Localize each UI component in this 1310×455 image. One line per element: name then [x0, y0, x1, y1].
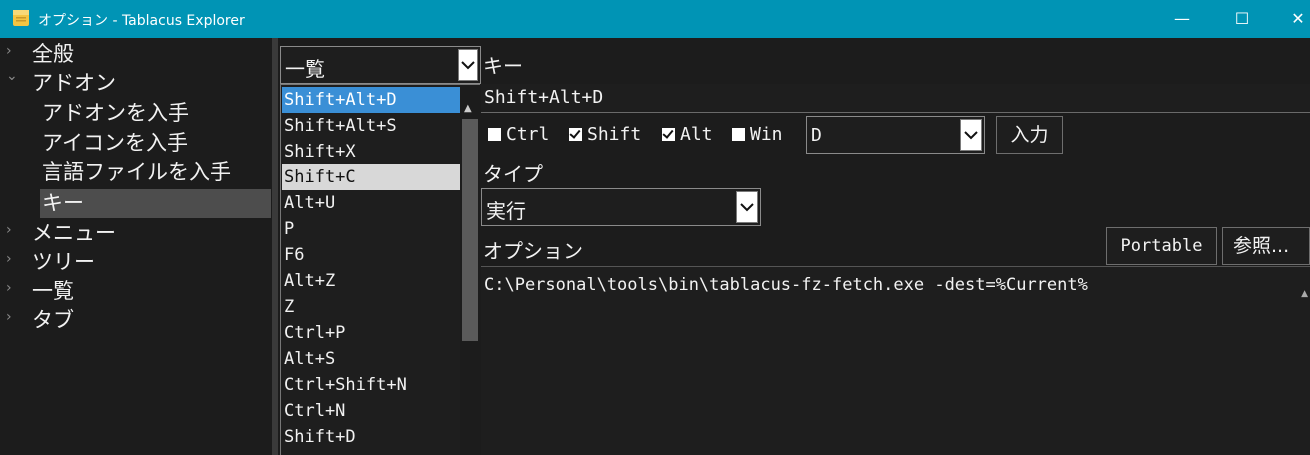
alt-checkbox[interactable]: Alt [662, 125, 713, 145]
chevron-down-icon[interactable]: ⌄ [6, 68, 18, 84]
tree-item-list[interactable]: 一覧 [32, 277, 74, 306]
tree-item-tabs[interactable]: タブ [32, 306, 74, 335]
scroll-up-icon[interactable]: ▲ [1301, 289, 1308, 299]
ctrl-label: Ctrl [506, 124, 550, 145]
option-textarea[interactable]: C:\Personal\tools\bin\tablacus-fz-fetch.… [481, 266, 1310, 455]
tree-item-get-icons[interactable]: アイコンを入手 [42, 129, 188, 158]
chevron-down-icon[interactable] [736, 191, 758, 223]
list-item[interactable]: Alt+Z [282, 268, 460, 294]
chevron-down-icon[interactable] [960, 119, 982, 151]
title-bar: オプション - Tablacus Explorer — ☐ ✕ [0, 0, 1310, 38]
key-select-value: D [811, 125, 822, 146]
win-checkbox[interactable]: Win [732, 125, 783, 145]
chevron-right-icon[interactable]: › [6, 222, 12, 238]
list-item[interactable]: Shift+D [282, 424, 460, 450]
alt-label: Alt [680, 124, 713, 145]
chevron-right-icon[interactable]: › [6, 309, 12, 325]
list-item[interactable]: Ctrl+P [282, 320, 460, 346]
checkbox-box[interactable] [488, 128, 501, 141]
key-list[interactable]: Shift+Alt+D Shift+Alt+S Shift+X Shift+C … [280, 84, 480, 455]
options-tree: › 全般 ⌄ アドオン アドオンを入手 アイコンを入手 言語ファイルを入手 キー… [0, 38, 272, 455]
list-item[interactable]: P [282, 216, 460, 242]
chevron-right-icon[interactable]: › [6, 280, 12, 296]
input-button[interactable]: 入力 [996, 116, 1063, 154]
app-folder-icon [13, 10, 29, 26]
tree-item-get-language[interactable]: 言語ファイルを入手 [42, 158, 231, 187]
type-select-value: 実行 [486, 199, 526, 223]
list-item[interactable]: Alt+S [282, 346, 460, 372]
ctrl-checkbox[interactable]: Ctrl [488, 125, 549, 145]
tree-item-get-addons[interactable]: アドオンを入手 [42, 99, 189, 128]
key-field-value: Shift+Alt+D [484, 87, 604, 108]
shift-checkbox[interactable]: Shift [569, 125, 641, 145]
list-item[interactable]: F6 [282, 242, 460, 268]
chevron-down-icon[interactable] [458, 49, 478, 81]
checkbox-box[interactable] [569, 128, 582, 141]
checkbox-box[interactable] [732, 128, 745, 141]
tree-item-tree[interactable]: ツリー [32, 248, 95, 277]
list-item[interactable]: Ctrl+N [282, 398, 460, 424]
list-item[interactable]: Shift+C [282, 164, 460, 190]
key-label: キー [483, 54, 523, 78]
type-select[interactable]: 実行 [481, 188, 761, 226]
tree-item-menus[interactable]: メニュー [32, 219, 116, 248]
category-select[interactable]: 一覧 [280, 46, 481, 84]
list-item[interactable]: Z [282, 294, 460, 320]
chevron-right-icon[interactable]: › [6, 43, 12, 59]
splitter[interactable] [272, 38, 278, 455]
browse-button[interactable]: 参照... [1222, 227, 1310, 265]
type-label: タイプ [483, 162, 543, 186]
close-button[interactable]: ✕ [1268, 0, 1310, 38]
minimize-button[interactable]: — [1152, 0, 1212, 38]
tree-item-general[interactable]: 全般 [32, 40, 74, 69]
chevron-right-icon[interactable]: › [6, 251, 12, 267]
option-label: オプション [483, 239, 583, 263]
option-value: C:\Personal\tools\bin\tablacus-fz-fetch.… [484, 275, 1088, 295]
window-title: オプション - Tablacus Explorer [38, 13, 245, 29]
scroll-up-icon[interactable]: ▲ [464, 103, 472, 114]
list-item[interactable]: Shift+X [282, 139, 460, 165]
tree-item-addons[interactable]: アドオン [32, 69, 116, 98]
list-item[interactable]: Shift+Alt+D [282, 87, 460, 113]
list-item[interactable]: Ctrl+Shift+N [282, 372, 460, 398]
portable-button[interactable]: Portable [1106, 227, 1217, 265]
win-label: Win [750, 124, 783, 145]
list-item[interactable]: Shift+Alt+S [282, 113, 460, 139]
checkbox-box[interactable] [662, 128, 675, 141]
category-select-value: 一覧 [285, 57, 325, 81]
maximize-button[interactable]: ☐ [1212, 0, 1272, 38]
tree-item-keys[interactable]: キー [40, 189, 271, 218]
shift-label: Shift [587, 124, 642, 145]
list-item[interactable]: Alt+U [282, 190, 460, 216]
key-select[interactable]: D [806, 116, 985, 154]
key-field[interactable]: Shift+Alt+D [481, 84, 1310, 113]
key-list-scrollbar[interactable]: ▲ [460, 85, 480, 455]
scrollbar-thumb[interactable] [462, 119, 478, 341]
